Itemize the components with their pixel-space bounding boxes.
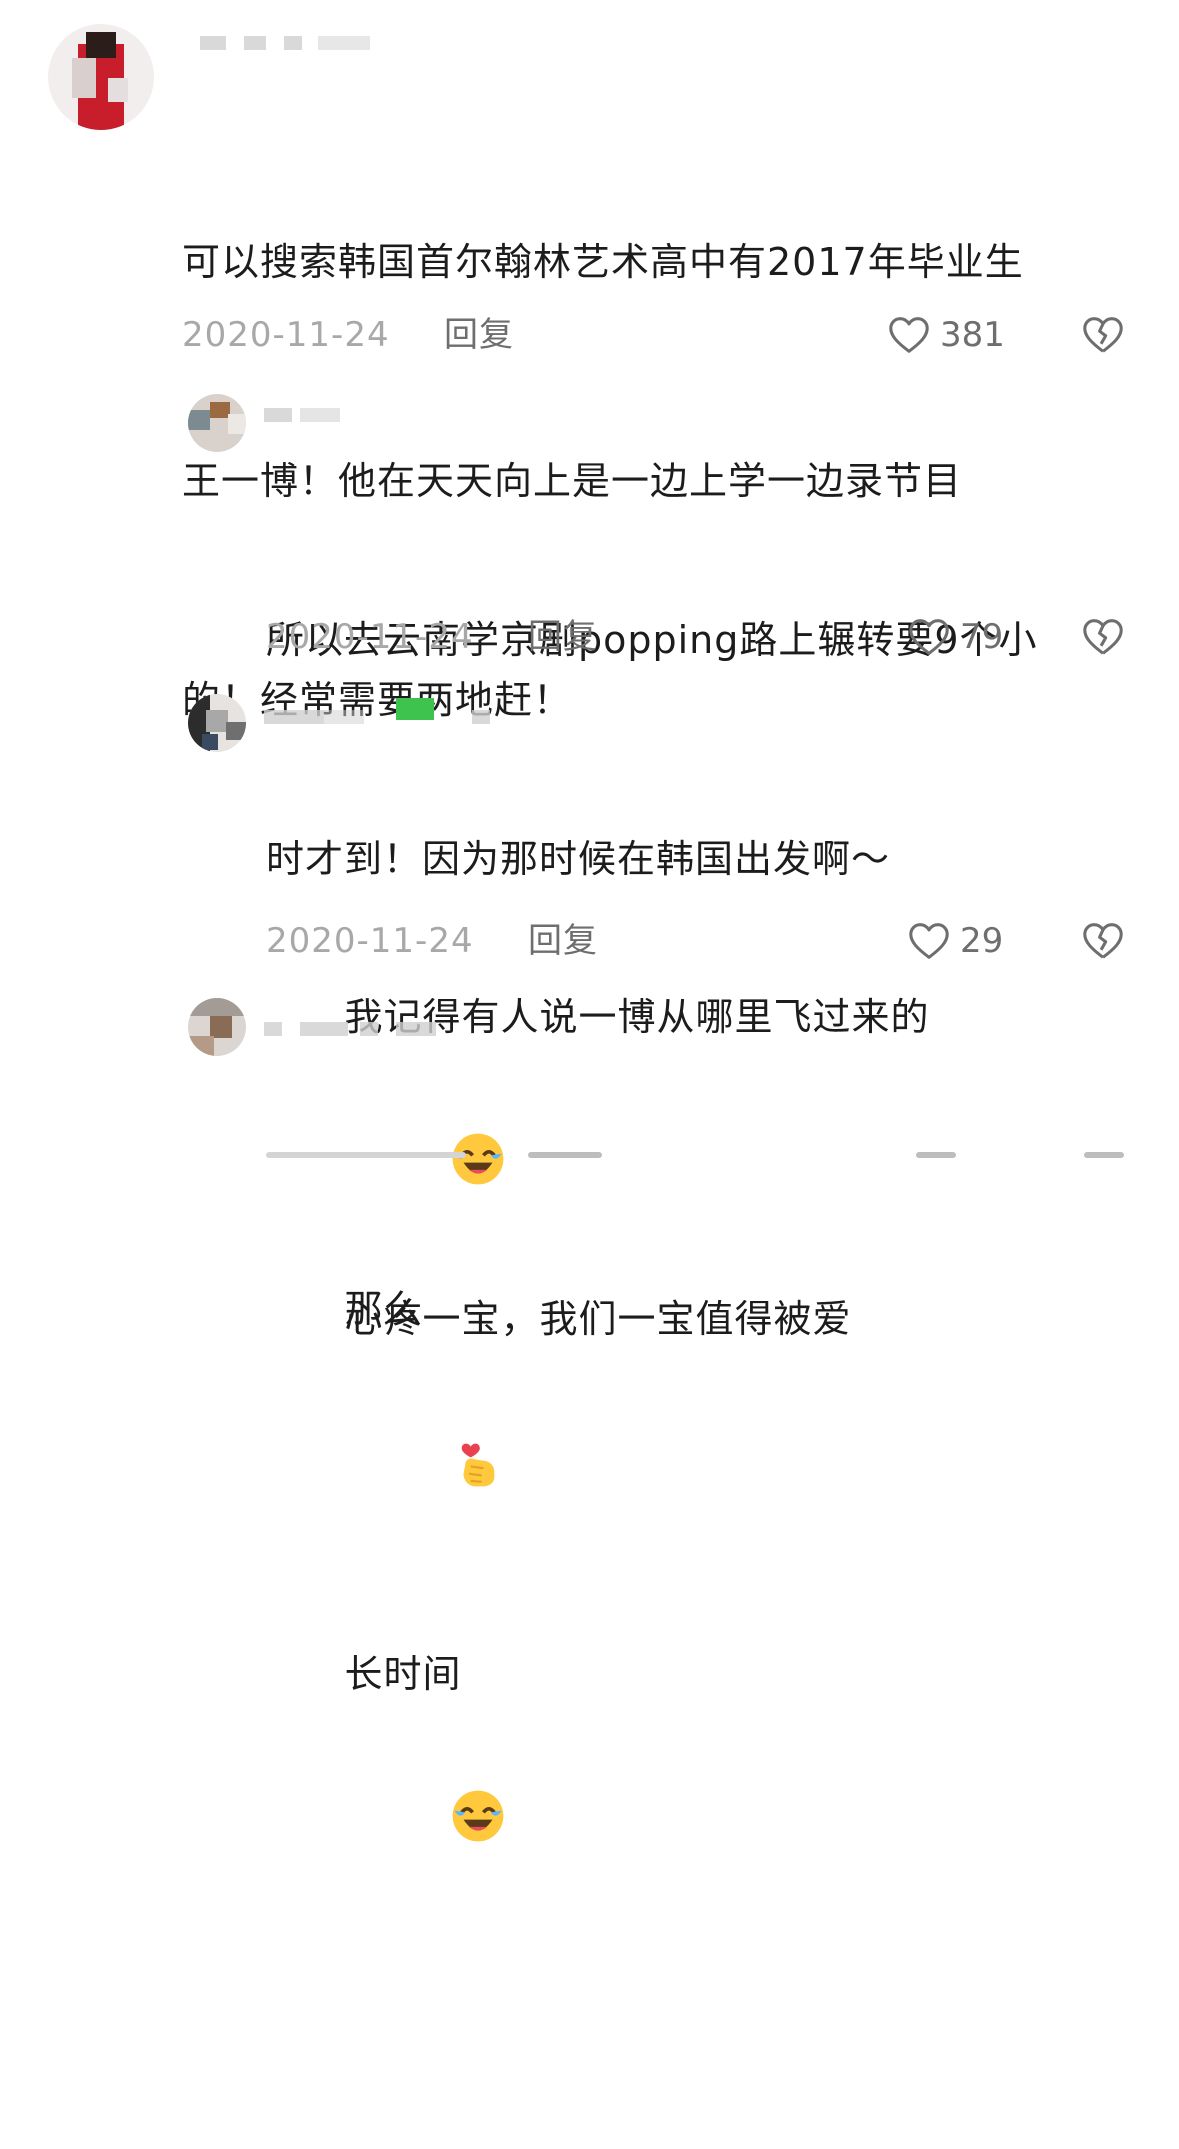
comment-item: 我记得有人说一博从哪里飞过来的 那么 长时间 2020-11-24 回复 29 [0,688,1179,1842]
comment-meta: 2020-11-24 回复 79 [266,612,1142,662]
reply-button[interactable]: 回复 [528,612,598,662]
avatar[interactable] [188,694,246,752]
comment-item: 所以去云南学京剧popping路上辗转要9个小 时才到！因为那时候在韩国出发啊～… [0,380,1179,881]
heart-icon [889,317,929,353]
heart-icon [909,619,949,655]
finger-heart-icon [344,1356,507,1575]
like-count: 79 [960,617,1004,657]
comment-date: 2020-11-24 [182,315,390,355]
like-count: 29 [960,921,1004,961]
comment-meta: 2020-11-24 回复 381 [182,310,1142,360]
heart-icon [909,923,949,959]
avatar[interactable] [48,24,154,130]
like-button[interactable]: 29 [906,916,1003,966]
broken-heart-icon[interactable] [1080,918,1126,964]
avatar[interactable] [188,998,246,1056]
username-redacted[interactable] [264,1018,444,1042]
username-redacted[interactable] [200,32,380,56]
comment-item: 可以搜索韩国首尔翰林艺术高中有2017年毕业生 王一博！他在天天向上是一边上学一… [0,0,1179,722]
reply-button[interactable]: 回复 [444,310,514,360]
comment-item: 心疼一宝，我们一宝值得被爱 [0,990,1179,1487]
comment-date: 2020-11-24 [266,617,474,657]
like-button[interactable]: 79 [906,612,1003,662]
broken-heart-icon[interactable] [1080,312,1126,358]
username-redacted[interactable] [264,698,584,730]
username-redacted[interactable] [264,404,354,428]
avatar[interactable] [188,394,246,452]
like-button[interactable]: 381 [886,310,1005,360]
broken-heart-icon[interactable] [1080,614,1126,660]
next-meta-row-partial [266,1150,1142,1158]
comment-date: 2020-11-24 [266,921,474,961]
reply-button[interactable]: 回复 [528,916,598,966]
comment-meta: 2020-11-24 回复 29 [266,916,1142,966]
comment-text: 心疼一宝，我们一宝值得被爱 [266,1064,1146,1794]
like-count: 381 [940,315,1005,355]
